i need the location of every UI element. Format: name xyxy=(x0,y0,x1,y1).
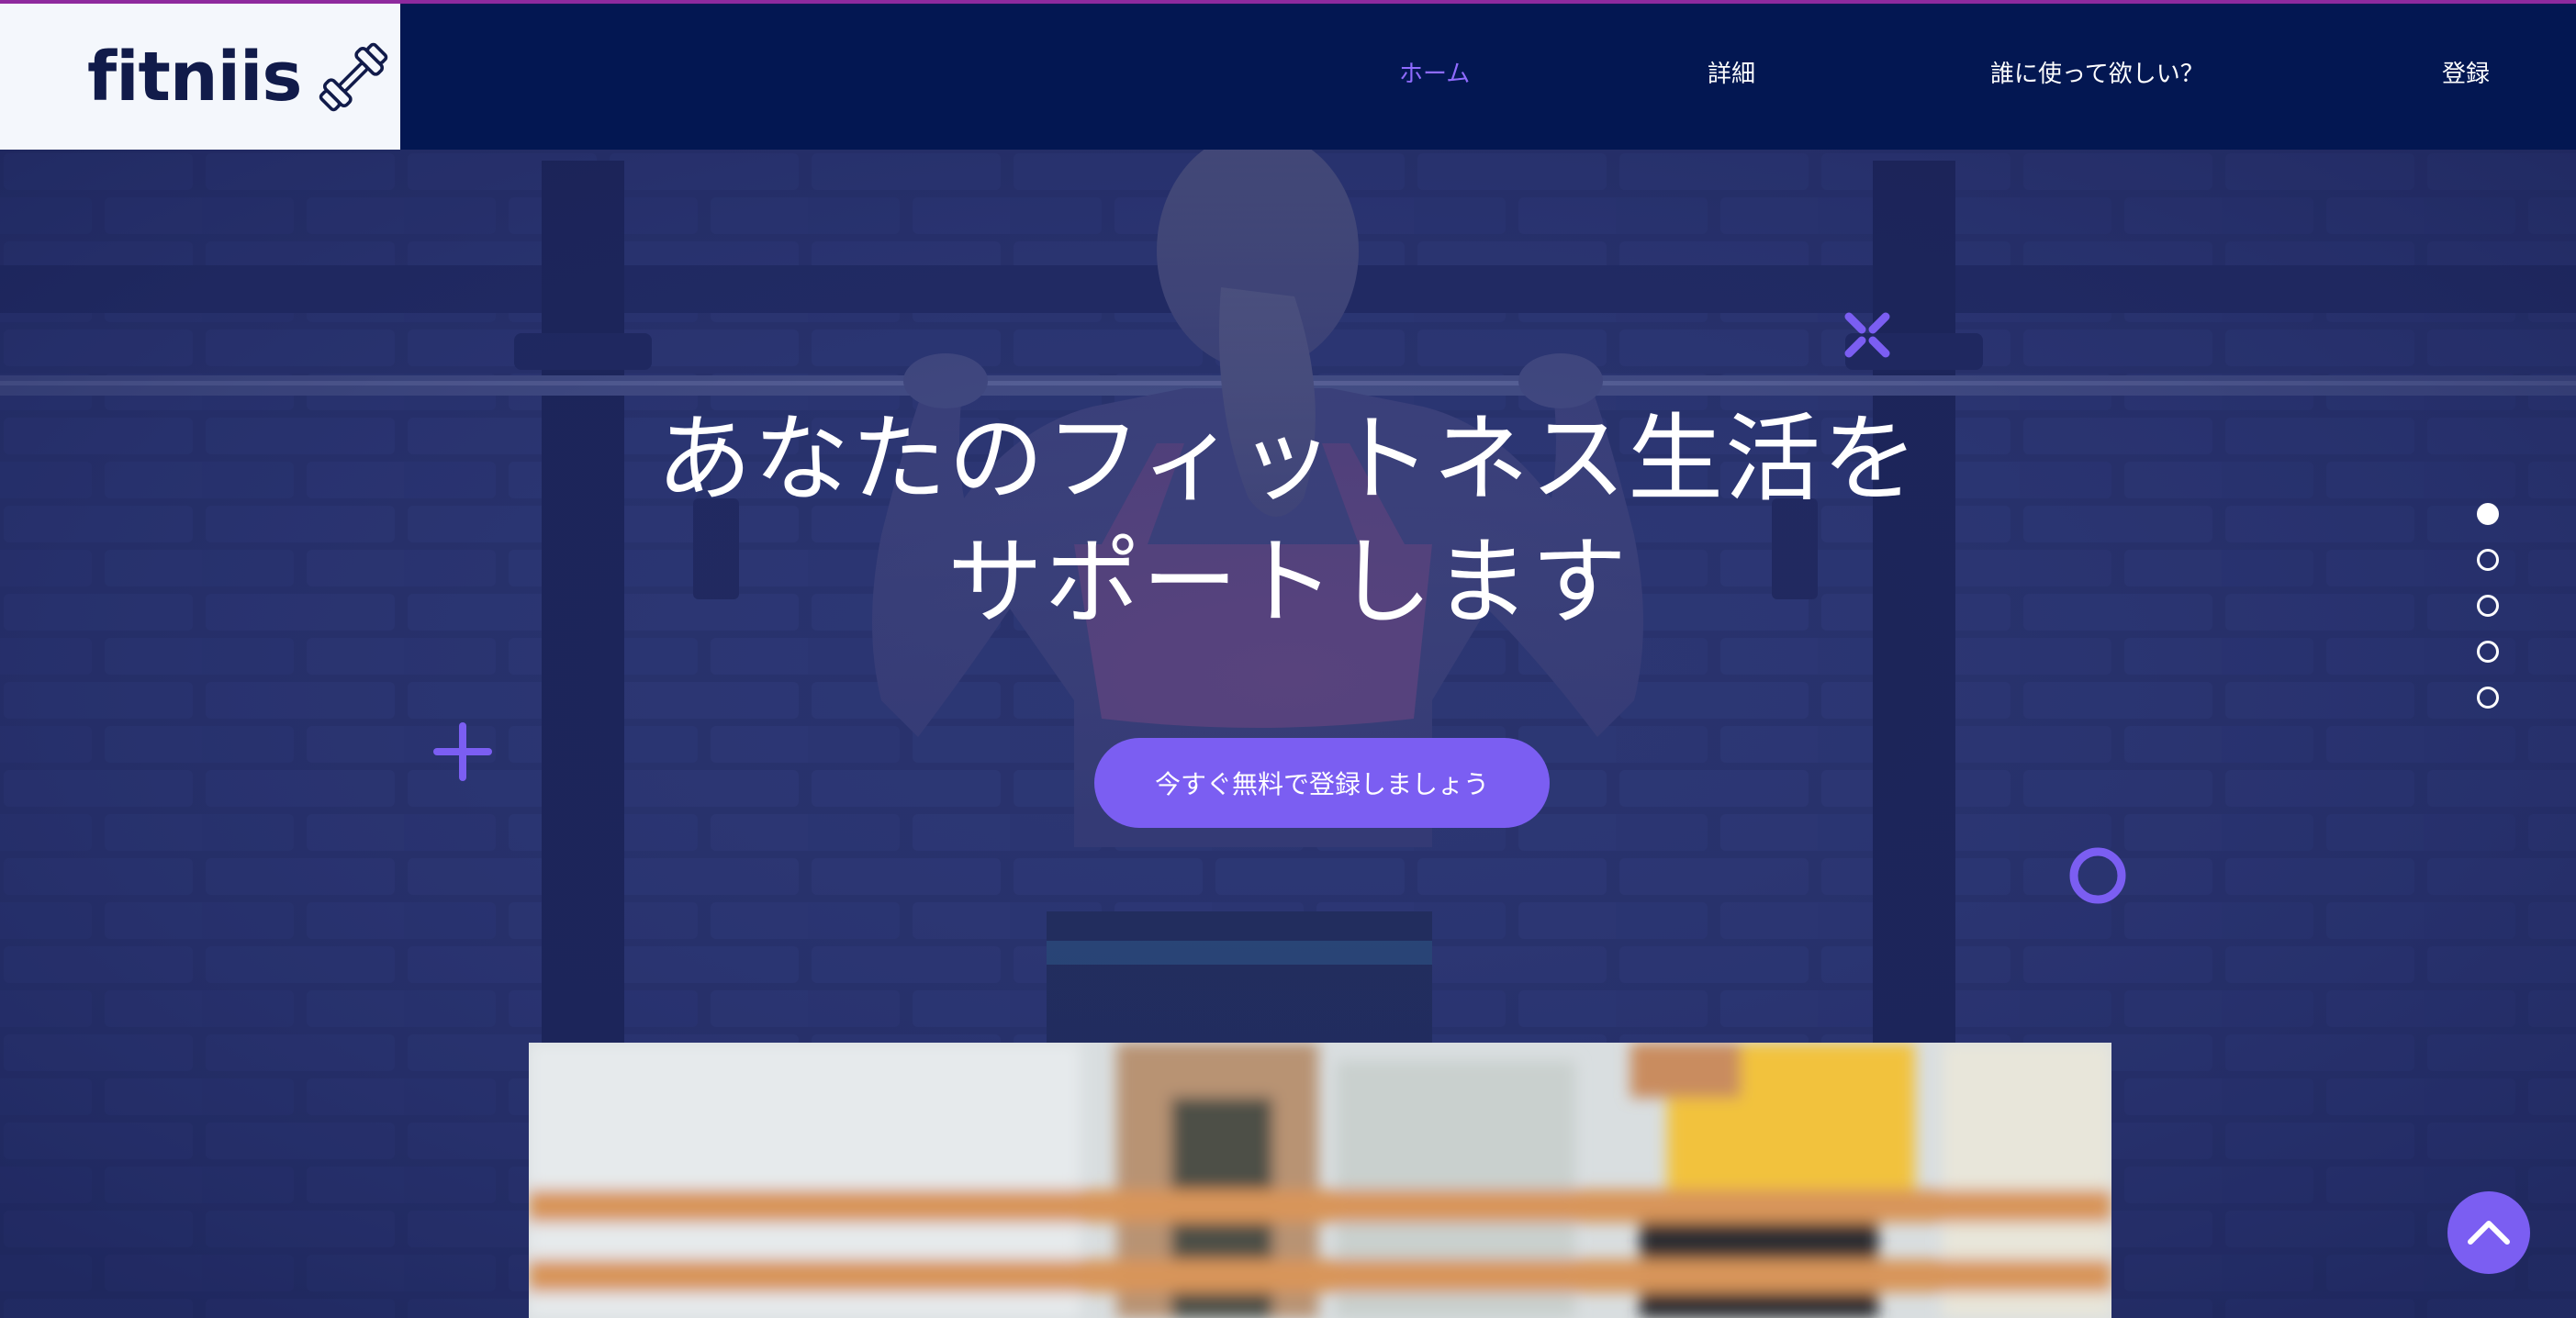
ring-icon xyxy=(2069,847,2126,904)
slider-dot-3[interactable] xyxy=(2477,595,2499,617)
top-accent-line xyxy=(0,0,2576,4)
gym-preview-image-graphic xyxy=(529,1043,2111,1318)
nav-item-target-users[interactable]: 誰に使って欲しい？ xyxy=(1990,55,2204,89)
slider-dot-4[interactable] xyxy=(2477,641,2499,663)
slider-pagination xyxy=(2477,503,2503,732)
logo-text: fitniis xyxy=(87,37,302,117)
hero-title: あなたのフィットネス生活を サポートします xyxy=(0,397,2576,643)
back-to-top-button[interactable] xyxy=(2447,1191,2530,1274)
hero-title-line-2: サポートします xyxy=(946,526,1629,638)
hero-section: あなたのフィットネス生活を サポートします 今すぐ無料で登録しましょう xyxy=(0,150,2576,1318)
x-cross-icon xyxy=(1844,312,1890,358)
nav-item-details[interactable]: 詳細 xyxy=(1708,55,1755,89)
logo[interactable]: fitniis xyxy=(0,4,400,150)
page: fitniis ホーム 詳細 誰に使って欲しい？ 登録 あなたのフィットネス生活… xyxy=(0,0,2576,1318)
hero-title-line-1: あなたのフィットネス生活を xyxy=(656,403,1920,515)
slider-dot-2[interactable] xyxy=(2477,549,2499,571)
main-nav: ホーム 詳細 誰に使って欲しい？ 登録 xyxy=(400,0,2576,150)
plus-icon xyxy=(433,722,492,781)
slider-dot-1[interactable] xyxy=(2477,503,2499,525)
chevron-up-icon xyxy=(2468,1221,2510,1245)
dumbbell-icon xyxy=(319,42,388,111)
signup-free-button[interactable]: 今すぐ無料で登録しましょう xyxy=(1094,738,1550,828)
slider-dot-5[interactable] xyxy=(2477,687,2499,709)
nav-item-register[interactable]: 登録 xyxy=(2442,55,2490,89)
site-header: fitniis ホーム 詳細 誰に使って欲しい？ 登録 xyxy=(0,0,2576,150)
nav-item-home[interactable]: ホーム xyxy=(1399,55,1470,89)
gym-preview-image xyxy=(529,1043,2111,1318)
